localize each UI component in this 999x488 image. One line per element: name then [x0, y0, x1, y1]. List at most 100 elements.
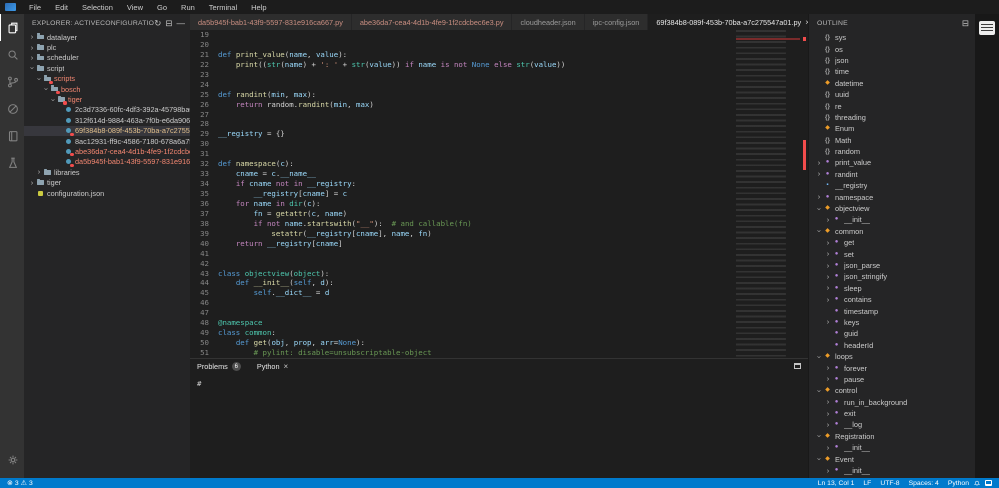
- chevron-right-icon: ›: [824, 284, 832, 292]
- tree-item[interactable]: ›plc: [24, 42, 190, 52]
- outline-item[interactable]: ◆datetime: [809, 78, 975, 89]
- outline-item[interactable]: {}threading: [809, 112, 975, 123]
- editor-tab[interactable]: cloudheader.json: [512, 14, 584, 30]
- outline-item[interactable]: ●headerId: [809, 340, 975, 351]
- tree-item[interactable]: 69f384b8-089f-453b-70ba-a7c275547a0...: [24, 126, 190, 136]
- outline-item[interactable]: ›◆common: [809, 226, 975, 237]
- outline-item[interactable]: ›●get: [809, 237, 975, 248]
- outline-item[interactable]: ›◆loops: [809, 351, 975, 362]
- terminal-output[interactable]: #: [190, 374, 808, 393]
- editor-tab[interactable]: ipc-config.json: [585, 14, 649, 30]
- tree-item[interactable]: 8ac12931-ff9c-4586-7180-678a6a75b74...: [24, 136, 190, 146]
- tree-item[interactable]: ›tiger: [24, 94, 190, 104]
- tree-item[interactable]: 2c3d7336-60fc-4df3-392a-45798ba045d...: [24, 105, 190, 115]
- outline-item[interactable]: {}sys: [809, 32, 975, 43]
- line-number: 49: [190, 328, 218, 338]
- outline-item[interactable]: ›●__init__: [809, 442, 975, 453]
- tree-item[interactable]: ›bosch: [24, 84, 190, 94]
- editor-tab[interactable]: abe36da7-cea4-4d1b-4fe9-1f2cdcbec6e3.py: [352, 14, 513, 30]
- line-number: 38: [190, 219, 218, 229]
- tree-item[interactable]: configuration.json: [24, 188, 190, 198]
- status-lf[interactable]: LF: [863, 480, 871, 487]
- chevron-right-icon: ›: [824, 273, 832, 281]
- hide-panel-icon[interactable]: —: [177, 19, 186, 27]
- menu-item-view[interactable]: View: [120, 0, 150, 14]
- outline-item[interactable]: ›●namespace: [809, 191, 975, 202]
- tree-item[interactable]: ›datalayer: [24, 32, 190, 42]
- outline-item[interactable]: {}Math: [809, 135, 975, 146]
- menu-item-go[interactable]: Go: [150, 0, 174, 14]
- tree-item[interactable]: ›tiger: [24, 177, 190, 187]
- code-editor[interactable]: 192021def print_value(name, value):22 pr…: [190, 30, 808, 358]
- tree-item[interactable]: da5b945f-bab1-43f9-5597-831e916ca66...: [24, 157, 190, 167]
- tree-item[interactable]: ›script: [24, 63, 190, 73]
- editor-group: da5b945f-bab1-43f9-5597-831e916ca667.pya…: [190, 14, 808, 478]
- outline-item[interactable]: {}re: [809, 100, 975, 111]
- outline-item[interactable]: {}time: [809, 66, 975, 77]
- menu-item-help[interactable]: Help: [244, 0, 273, 14]
- tree-item[interactable]: 312f614d-9884-463a-7f0b-e6da9060bdc...: [24, 115, 190, 125]
- outline-item[interactable]: ▪__registry: [809, 180, 975, 191]
- explorer-icon[interactable]: [0, 14, 24, 41]
- outline-item[interactable]: ›●forever: [809, 362, 975, 373]
- status-spaces[interactable]: Spaces: 4: [909, 480, 939, 487]
- collapse-all-icon[interactable]: ⊟: [165, 19, 172, 27]
- outline-item[interactable]: ›◆control: [809, 385, 975, 396]
- layout-icon[interactable]: [985, 480, 992, 486]
- panel-tab-python[interactable]: Python×: [257, 362, 288, 371]
- editor-tab[interactable]: 69f384b8-089f-453b-70ba-a7c275547a01.py×: [648, 14, 819, 30]
- debug-disabled-icon[interactable]: [0, 95, 24, 122]
- status-ln[interactable]: Ln 13, Col 1: [818, 480, 855, 487]
- minimap[interactable]: [736, 30, 800, 358]
- outline-item[interactable]: ›◆objectview: [809, 203, 975, 214]
- outline-item[interactable]: ›●keys: [809, 317, 975, 328]
- extensions-icon[interactable]: [0, 122, 24, 149]
- outline-item[interactable]: ›●contains: [809, 294, 975, 305]
- outline-item[interactable]: ›●__log: [809, 419, 975, 430]
- tree-item[interactable]: ›libraries: [24, 167, 190, 177]
- tab-close-icon[interactable]: ×: [284, 362, 289, 371]
- outline-item[interactable]: ›◆Event: [809, 453, 975, 464]
- panel-tab-problems[interactable]: Problems6: [197, 362, 241, 371]
- refresh-icon[interactable]: ↻: [154, 19, 161, 27]
- outline-item[interactable]: ●guid: [809, 328, 975, 339]
- outline-item[interactable]: ›●set: [809, 248, 975, 259]
- menu-item-run[interactable]: Run: [174, 0, 202, 14]
- outline-item[interactable]: ›●json_stringify: [809, 271, 975, 282]
- outline-item[interactable]: ›●json_parse: [809, 260, 975, 271]
- tree-item[interactable]: ›scheduler: [24, 53, 190, 63]
- outline-item[interactable]: ›●__init__: [809, 465, 975, 476]
- outline-item[interactable]: ›●print_value: [809, 157, 975, 168]
- outline-item[interactable]: ›●run_in_background: [809, 397, 975, 408]
- outline-item[interactable]: {}os: [809, 43, 975, 54]
- editor-tab[interactable]: da5b945f-bab1-43f9-5597-831e916ca667.py: [190, 14, 352, 30]
- tree-item[interactable]: ›scripts: [24, 74, 190, 84]
- outline-item[interactable]: {}random: [809, 146, 975, 157]
- outline-item[interactable]: ●timestamp: [809, 305, 975, 316]
- menu-item-selection[interactable]: Selection: [75, 0, 120, 14]
- tree-item[interactable]: abe36da7-cea4-4d1b-4fe9-1f2cdcbec6e...: [24, 146, 190, 156]
- settings-gear-icon[interactable]: [0, 446, 24, 473]
- testing-icon[interactable]: [0, 149, 24, 176]
- status-utf-8[interactable]: UTF-8: [880, 480, 899, 487]
- outline-item[interactable]: ◆Enum: [809, 123, 975, 134]
- outline-item[interactable]: ›●exit: [809, 408, 975, 419]
- outline-item[interactable]: ›●pause: [809, 374, 975, 385]
- outline-item[interactable]: {}uuid: [809, 89, 975, 100]
- notifications-bell-icon[interactable]: [973, 479, 981, 487]
- outline-item[interactable]: ›●__init__: [809, 214, 975, 225]
- panel-maximize-icon[interactable]: [794, 363, 801, 369]
- list-icon[interactable]: [979, 21, 995, 35]
- collapse-all-icon[interactable]: ⊟: [962, 19, 969, 27]
- menu-item-terminal[interactable]: Terminal: [202, 0, 244, 14]
- outline-item[interactable]: ›◆Registration: [809, 431, 975, 442]
- search-icon[interactable]: [0, 41, 24, 68]
- status-python[interactable]: Python: [948, 480, 969, 487]
- outline-item[interactable]: {}json: [809, 55, 975, 66]
- outline-item[interactable]: ›●randint: [809, 169, 975, 180]
- menu-item-file[interactable]: File: [22, 0, 48, 14]
- source-control-icon[interactable]: [0, 68, 24, 95]
- menu-item-edit[interactable]: Edit: [48, 0, 75, 14]
- outline-item[interactable]: ›●sleep: [809, 283, 975, 294]
- problems-status[interactable]: ⊗ 3 ⚠ 3: [7, 480, 33, 487]
